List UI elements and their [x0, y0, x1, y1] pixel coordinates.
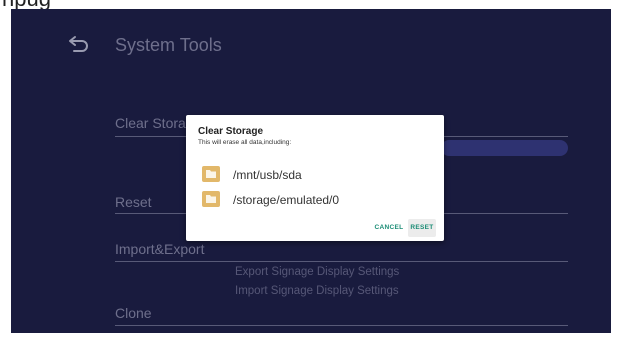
dialog-title: Clear Storage [198, 126, 264, 137]
path-label: /storage/emulated/0 [233, 193, 340, 207]
folder-icon [202, 166, 220, 182]
reset-button[interactable]: RESET [408, 219, 436, 237]
clear-storage-dialog: Clear Storage This will erase all data,i… [186, 115, 444, 241]
path-label: /mnt/usb/sda [233, 168, 302, 182]
folder-icon [202, 191, 220, 207]
storage-path-row[interactable]: /mnt/usb/sda [202, 166, 422, 184]
storage-path-row[interactable]: /storage/emulated/0 [202, 191, 422, 209]
top-strip-text: npug [2, 0, 51, 9]
system-tools-screen: System Tools Clear Storage Reset Import&… [11, 9, 611, 333]
cancel-button[interactable]: CANCEL [372, 219, 406, 237]
dialog-message: This will erase all data,including: [198, 139, 292, 146]
top-strip: npug [0, 0, 622, 9]
